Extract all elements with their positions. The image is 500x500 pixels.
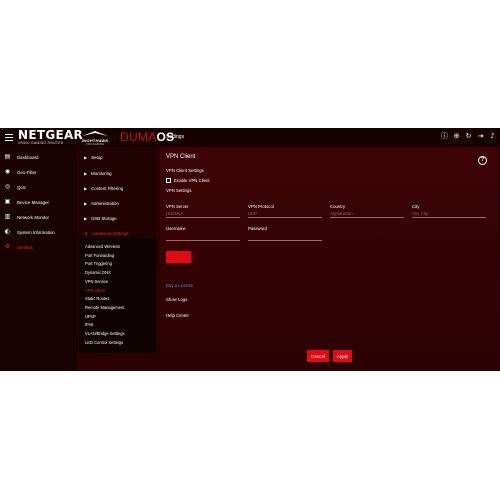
submenu-item-label: Setup	[91, 154, 103, 160]
advanced-settings-list: Advanced Wireless Port Forwarding Port Tri…	[79, 238, 156, 353]
sidebar-item-device-manager[interactable]: ▣ Device Manager	[4, 196, 49, 208]
qos-icon: ◎	[4, 183, 11, 190]
password-field[interactable]	[248, 233, 322, 241]
submenu-item-label: USB Storage	[91, 215, 117, 221]
sidebar-item-label: Device Manager	[17, 199, 49, 205]
sidebar-item-settings[interactable]: ⚙ Settings	[4, 241, 33, 253]
globe-icon[interactable]: ⊕	[453, 133, 460, 140]
caret-down-icon: ▼	[84, 230, 88, 236]
device-manager-icon: ▣	[4, 198, 11, 205]
sidebar-item-label: QoS	[17, 184, 26, 190]
submenu-item-monitoring[interactable]: ▶ Monitoring	[84, 168, 112, 178]
country-label: Country	[330, 204, 346, 209]
advanced-item-remote-management[interactable]: Remote Management	[85, 305, 124, 310]
vpn-protocol-field[interactable]: UDP	[248, 210, 322, 218]
main-panel: VPN Client ? VPN Client Settings Enable …	[160, 147, 498, 367]
menu-icon[interactable]	[5, 134, 13, 141]
advanced-item-dynamic-dns[interactable]: Dynamic DNS	[85, 270, 111, 275]
top-bar: NETGEAR XR500 GAMING ROUTER NIGHTHAWK PR…	[0, 128, 500, 147]
advanced-item-upnp[interactable]: UPnP	[85, 314, 96, 319]
buy-license-link[interactable]: Buy a License	[166, 283, 193, 288]
sidebar-item-label: Dashboard	[17, 154, 39, 160]
page-title: Settings	[166, 134, 185, 140]
submenu-item-label: Administration	[91, 200, 119, 206]
vpn-server-label: VPN Server	[166, 204, 189, 209]
submenu-item-usb-storage[interactable]: ▶ USB Storage	[84, 213, 117, 223]
username-label: Username	[166, 226, 186, 231]
password-label: Password	[248, 226, 267, 231]
submenu-item-content-filtering[interactable]: ▶ Content Filtering	[84, 183, 123, 193]
advanced-item-ipv6[interactable]: IPv6	[85, 322, 93, 327]
geo-filter-icon: ◉	[4, 168, 11, 175]
advanced-item-advanced-wireless[interactable]: Advanced Wireless	[85, 244, 120, 249]
enable-vpn-label: Enable VPN Client	[174, 178, 210, 183]
caret-right-icon: ▶	[84, 200, 88, 206]
system-info-icon: ◐	[4, 228, 11, 235]
page-heading: VPN Client	[166, 154, 196, 160]
vpn-protocol-label: VPN Protocol	[248, 204, 274, 209]
connect-button[interactable]	[166, 251, 191, 263]
cancel-button[interactable]: Cancel	[307, 350, 329, 362]
caret-right-icon: ▶	[84, 185, 88, 191]
vpn-client-settings-label: VPN Client Settings	[166, 168, 204, 173]
duma-text: DUMA	[120, 130, 157, 144]
sidebar-item-geo-filter[interactable]: ◉ Geo-Filter	[4, 166, 37, 178]
submenu-item-label: Monitoring	[91, 170, 112, 176]
submenu-item-setup[interactable]: ▶ Setup	[84, 152, 103, 162]
submenu-item-label: Advanced Settings	[91, 230, 129, 236]
settings-icon: ⚙	[4, 243, 11, 250]
show-logs-link[interactable]: Show Logs	[166, 297, 187, 302]
advanced-item-vpn-client[interactable]: VPN Client	[85, 288, 105, 293]
submenu-item-advanced-settings[interactable]: ▼ Advanced Settings	[84, 228, 129, 238]
sidebar-item-label: System Information	[17, 229, 55, 235]
nighthawk-wing-icon	[82, 131, 108, 136]
advanced-item-static-routes[interactable]: Static Routes	[85, 296, 109, 301]
dashboard-icon: ▤	[4, 153, 11, 160]
nighthawk-logo: NIGHTHAWK PRO GAMING	[82, 130, 108, 146]
vpn-settings-label: VPN Settings	[166, 188, 192, 193]
caret-right-icon: ▶	[84, 215, 88, 221]
submenu-item-administration[interactable]: ▶ Administration	[84, 198, 119, 208]
enable-vpn-checkbox[interactable]	[166, 178, 171, 183]
sidebar-item-label: Network Monitor	[17, 214, 49, 220]
caret-right-icon: ▶	[84, 170, 88, 176]
vpn-server-field[interactable]: HideMyA	[166, 210, 240, 218]
app-window: NETGEAR XR500 GAMING ROUTER NIGHTHAWK PR…	[0, 128, 500, 371]
settings-submenu: ▶ Setup ▶ Monitoring ▶ Content Filtering ▶ Admi…	[79, 147, 156, 353]
refresh-icon[interactable]: ↻	[465, 133, 472, 140]
brand-name: NETGEAR	[18, 128, 84, 142]
caret-right-icon: ▶	[84, 154, 88, 160]
nighthawk-sub: PRO GAMING	[86, 143, 105, 146]
sidebar-item-system-information[interactable]: ◐ System Information	[4, 226, 55, 238]
city-field[interactable]: Any City	[412, 210, 486, 218]
country-field[interactable]: Afghanistan	[330, 210, 404, 218]
netgear-logo: NETGEAR XR500 GAMING ROUTER	[18, 128, 84, 146]
sidebar-item-network-monitor[interactable]: ▥ Network Monitor	[4, 211, 49, 223]
left-sidebar: ▤ Dashboard ◉ Geo-Filter ◎ QoS ▣ Device Manager…	[0, 147, 77, 371]
apply-button[interactable]: Apply	[333, 350, 352, 362]
sidebar-item-qos[interactable]: ◎ QoS	[4, 181, 26, 193]
logout-icon[interactable]: ⇥	[477, 133, 484, 140]
bell-icon[interactable]: ♪	[489, 133, 496, 140]
advanced-item-led-control-settings[interactable]: LED Control Settings	[85, 340, 123, 345]
advanced-item-vpn-service[interactable]: VPN Service	[85, 279, 108, 284]
sidebar-item-label: Geo-Filter	[17, 169, 37, 175]
city-label: City	[412, 204, 420, 209]
submenu-item-label: Content Filtering	[91, 185, 124, 191]
sidebar-item-label: Settings	[17, 244, 33, 250]
advanced-item-port-triggering[interactable]: Port Triggering	[85, 261, 112, 266]
help-icon[interactable]: ?	[478, 156, 487, 165]
help-center-link[interactable]: Help Center	[166, 313, 189, 318]
sidebar-item-dashboard[interactable]: ▤ Dashboard	[4, 151, 39, 163]
top-icons: ⓘ ⊕ ↻ ⇥ ♪	[441, 133, 496, 140]
advanced-item-port-forwarding[interactable]: Port Forwarding	[85, 253, 114, 258]
info-icon[interactable]: ⓘ	[441, 133, 448, 140]
network-monitor-icon: ▥	[4, 213, 11, 220]
username-field[interactable]	[166, 233, 240, 241]
advanced-item-vlan-bridge-settings[interactable]: VLAN/Bridge Settings	[85, 331, 125, 336]
